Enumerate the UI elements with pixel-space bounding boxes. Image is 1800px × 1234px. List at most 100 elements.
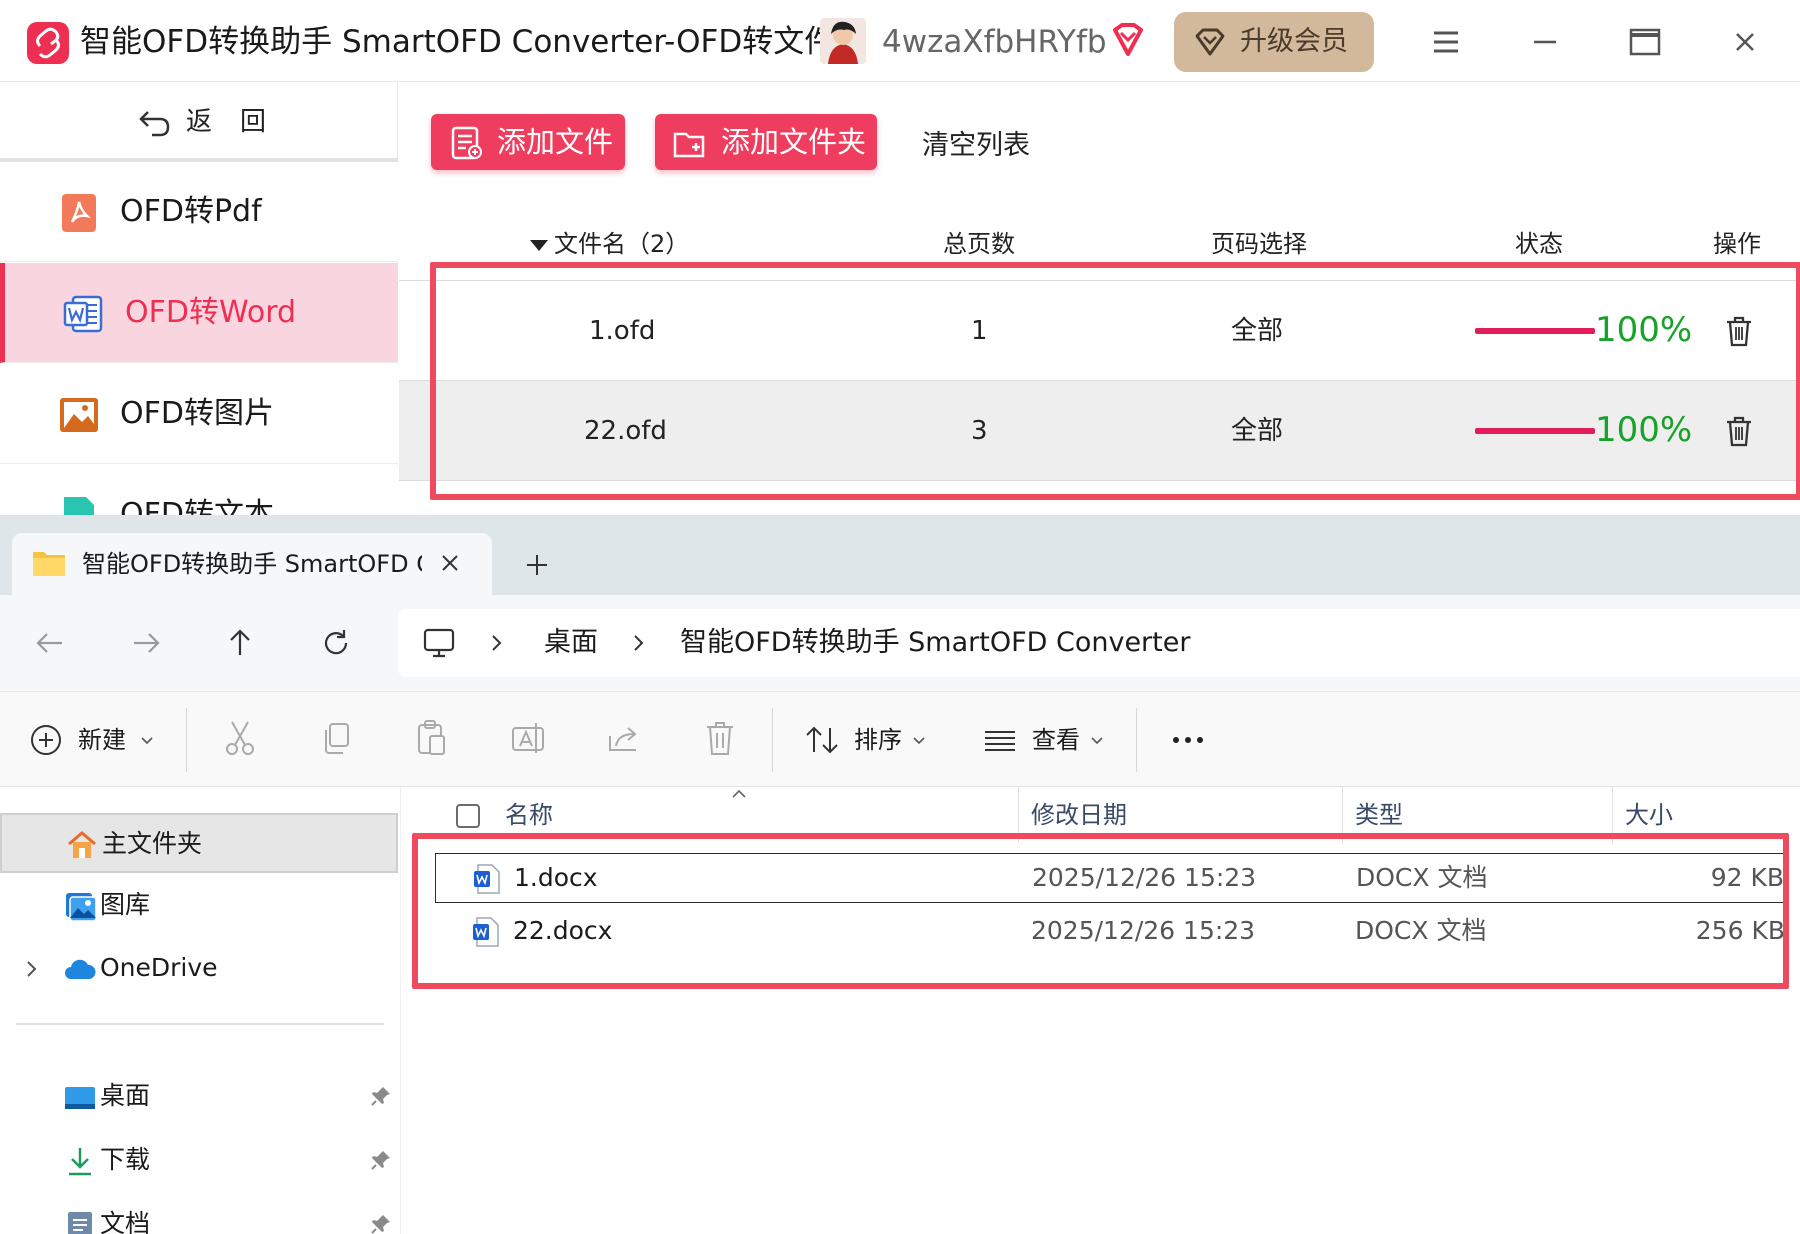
folder-icon xyxy=(32,549,66,577)
close-icon[interactable] xyxy=(1725,22,1765,62)
size-column-header[interactable]: 大小 xyxy=(1625,795,1673,835)
nav-item-gallery[interactable]: 图库 xyxy=(0,876,398,936)
delete-icon[interactable] xyxy=(702,718,742,762)
vip-diamond-icon xyxy=(1110,22,1146,58)
word-icon xyxy=(63,293,105,335)
back-arrow-icon xyxy=(138,108,172,138)
type-column-header[interactable]: 类型 xyxy=(1355,795,1403,835)
gallery-icon xyxy=(64,890,96,922)
sidebar-item-ofd-to-pdf[interactable]: OFD转Pdf xyxy=(0,162,398,262)
sidebar-item-ofd-to-word[interactable]: OFD转Word xyxy=(0,263,398,363)
desktop-icon xyxy=(64,1081,96,1113)
upgrade-member-label: 升级会员 xyxy=(1240,26,1348,57)
add-circle-icon xyxy=(31,725,61,755)
up-arrow-icon[interactable] xyxy=(222,625,258,661)
add-folder-button[interactable]: 添加文件夹 xyxy=(655,114,877,170)
chevron-right-icon xyxy=(632,633,646,653)
refresh-icon[interactable] xyxy=(318,625,354,661)
rename-icon[interactable] xyxy=(510,718,550,762)
chevron-right-icon[interactable] xyxy=(24,959,40,979)
nav-item-onedrive[interactable]: OneDrive xyxy=(0,939,398,999)
add-file-label: 添加文件 xyxy=(497,125,614,159)
status-column-header: 状态 xyxy=(1515,230,1563,258)
new-label: 新建 xyxy=(78,726,126,754)
breadcrumb-desktop[interactable]: 桌面 xyxy=(544,623,598,663)
computer-icon xyxy=(422,627,456,659)
home-icon xyxy=(66,829,98,861)
back-button[interactable]: 返回 xyxy=(0,82,398,162)
highlight-box xyxy=(430,262,1800,500)
pdf-icon xyxy=(58,192,100,234)
divider xyxy=(1136,708,1137,772)
nav-item-downloads[interactable]: 下载 xyxy=(0,1131,398,1191)
address-bar[interactable]: 桌面 智能OFD转换助手 SmartOFD Converter xyxy=(398,609,1800,677)
new-tab-icon[interactable] xyxy=(524,552,550,578)
divider xyxy=(186,708,187,772)
command-bar: 新建 排序 查看 xyxy=(0,691,1800,787)
chevron-down-icon xyxy=(1091,737,1103,745)
more-options-icon[interactable] xyxy=(1168,718,1208,762)
nav-item-home[interactable]: 主文件夹 xyxy=(0,813,398,873)
add-file-icon xyxy=(451,126,482,160)
explorer-tab[interactable]: 智能OFD转换助手 SmartOFD Converter xyxy=(12,533,492,595)
pin-icon[interactable] xyxy=(370,1213,392,1234)
chevron-right-icon xyxy=(490,633,504,653)
back-label: 返回 xyxy=(186,107,295,137)
breadcrumb-current-folder[interactable]: 智能OFD转换助手 SmartOFD Converter xyxy=(680,623,1190,663)
share-icon[interactable] xyxy=(606,718,646,762)
name-column-header[interactable]: 名称 xyxy=(505,795,553,835)
pin-icon[interactable] xyxy=(370,1085,392,1107)
menu-icon[interactable] xyxy=(1426,22,1466,62)
sidebar-item-label: OFD转Pdf xyxy=(120,194,262,229)
close-tab-icon[interactable] xyxy=(438,551,462,575)
new-button[interactable]: 新建 xyxy=(28,718,158,762)
conversion-sidebar: 返回 OFD转Pdf OFD转Word OFD转图片 OFD转文本 xyxy=(0,82,398,515)
user-avatar[interactable] xyxy=(820,18,866,64)
sort-ascending-icon xyxy=(731,789,747,799)
maximize-icon[interactable] xyxy=(1625,22,1665,62)
sort-button[interactable]: 排序 xyxy=(804,718,934,762)
sidebar-item-ofd-to-text[interactable]: OFD转文本 xyxy=(0,465,398,515)
image-icon xyxy=(58,394,100,436)
nav-item-desktop[interactable]: 桌面 xyxy=(0,1067,398,1127)
select-all-checkbox[interactable] xyxy=(456,804,480,828)
divider xyxy=(16,1023,384,1025)
chevron-down-icon xyxy=(141,737,153,745)
chevron-down-icon xyxy=(913,737,925,745)
minimize-icon[interactable] xyxy=(1525,22,1565,62)
divider xyxy=(772,708,773,772)
user-name: 4wzaXfbHRYfb xyxy=(882,24,1107,60)
pin-icon[interactable] xyxy=(370,1149,392,1171)
sort-label: 排序 xyxy=(854,726,902,754)
text-icon xyxy=(58,495,100,515)
cut-icon[interactable] xyxy=(222,718,262,762)
add-file-button[interactable]: 添加文件 xyxy=(431,114,625,170)
back-arrow-icon[interactable] xyxy=(32,625,68,661)
document-icon xyxy=(64,1209,96,1234)
highlight-box xyxy=(412,833,1789,989)
filename-column-header[interactable]: 文件名（2） xyxy=(530,222,689,266)
tab-title: 智能OFD转换助手 SmartOFD Converter xyxy=(82,550,422,578)
modified-column-header[interactable]: 修改日期 xyxy=(1031,795,1127,835)
nav-item-documents[interactable]: 文档 xyxy=(0,1195,398,1234)
sort-down-icon xyxy=(530,239,548,251)
upgrade-member-button[interactable]: 升级会员 xyxy=(1174,12,1374,72)
copy-icon[interactable] xyxy=(318,718,358,762)
sidebar-item-ofd-to-image[interactable]: OFD转图片 xyxy=(0,364,398,464)
forward-arrow-icon[interactable] xyxy=(128,625,164,661)
diamond-icon xyxy=(1194,27,1226,57)
app-title: 智能OFD转换助手 SmartOFD Converter-OFD转文件 xyxy=(80,24,836,60)
nav-label: 下载 xyxy=(100,1145,151,1174)
view-list-icon xyxy=(985,731,1015,751)
nav-label: 文档 xyxy=(100,1209,151,1234)
paste-icon[interactable] xyxy=(414,718,454,762)
file-table-header: 文件名（2） 总页数 页码选择 状态 操作 xyxy=(399,222,1800,266)
page-select-column-header: 页码选择 xyxy=(1211,230,1307,258)
nav-label: OneDrive xyxy=(100,953,218,982)
view-button[interactable]: 查看 xyxy=(982,718,1106,762)
pages-column-header: 总页数 xyxy=(943,230,1015,258)
explorer-tabstrip: 智能OFD转换助手 SmartOFD Converter xyxy=(0,515,1800,595)
add-folder-label: 添加文件夹 xyxy=(721,125,867,159)
clear-list-button[interactable]: 清空列表 xyxy=(922,126,1030,166)
view-label: 查看 xyxy=(1032,726,1080,754)
